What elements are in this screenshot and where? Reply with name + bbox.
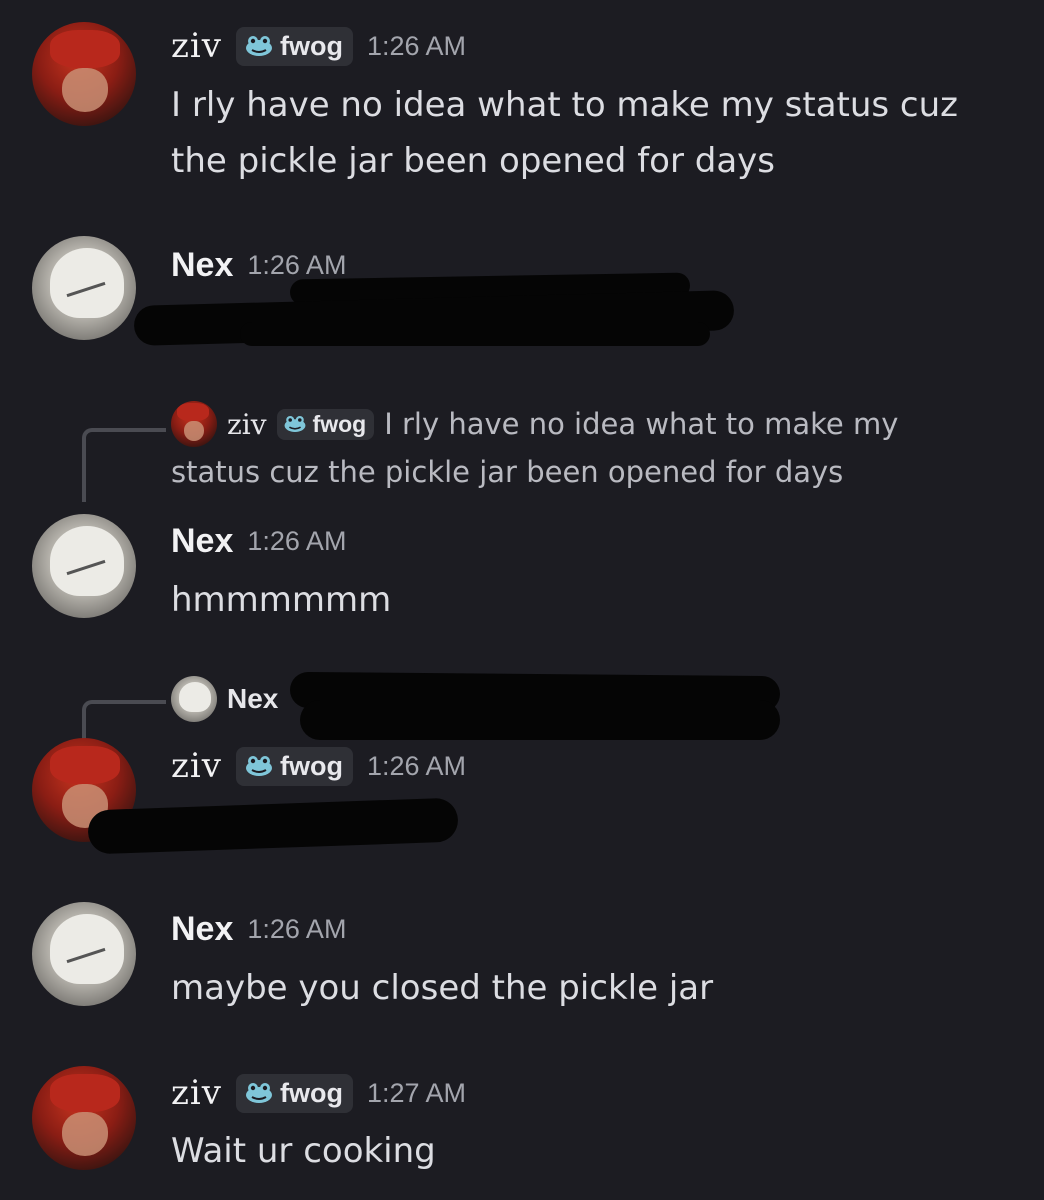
server-tag-label: fwog [280,30,343,61]
frog-icon [244,1082,274,1104]
reply-avatar [171,401,217,447]
server-tag-label: fwog [280,1077,343,1108]
timestamp: 1:27 AM [366,1077,467,1108]
server-tag-label: fwog [312,410,367,437]
author-name[interactable]: Nex [171,246,233,285]
timestamp: 1:26 AM [247,526,347,556]
message-header: ziv fwog 1:26 AM [171,26,466,66]
reply-preview[interactable]: ziv fwog I rly have no idea what to make… [171,401,1001,497]
message-text: I rly have no idea what to make my statu… [171,85,959,181]
server-tag[interactable]: fwog [236,746,353,786]
avatar[interactable] [32,902,136,1006]
message-text: hmmmmmm [171,580,392,620]
redaction [240,322,710,346]
author-name[interactable]: ziv [171,746,222,786]
reply-text: I rly have no idea what to make my [384,407,899,441]
timestamp: 1:26 AM [247,914,347,944]
message-header: Nex 1:26 AM [171,522,346,561]
server-tag: fwog [276,408,375,440]
avatar[interactable] [32,22,136,126]
redaction [300,700,780,740]
reply-author: ziv [227,407,267,441]
avatar[interactable] [32,236,136,340]
frog-icon [244,755,274,777]
timestamp: 1:26 AM [366,750,467,781]
message-header: ziv fwog 1:27 AM [171,1073,466,1113]
server-tag[interactable]: fwog [236,26,353,66]
author-name[interactable]: Nex [171,910,233,949]
reply-avatar [171,676,217,722]
frog-icon [283,415,307,433]
frog-icon [244,35,274,57]
reply-author: Nex [227,683,279,714]
timestamp: 1:26 AM [247,250,347,280]
chat-log: ziv fwog 1:26 AM I rly have no idea what… [0,0,1044,1200]
reply-text-continued: status cuz the pickle jar been opened fo… [171,455,844,489]
author-name[interactable]: ziv [171,1073,222,1113]
server-tag[interactable]: fwog [236,1073,353,1113]
avatar[interactable] [32,1066,136,1170]
author-name[interactable]: ziv [171,26,222,66]
redaction [87,797,459,855]
message-text: Wait ur cooking [171,1131,436,1171]
reply-connector [82,428,166,502]
avatar[interactable] [32,514,136,618]
timestamp: 1:26 AM [366,30,467,61]
server-tag-label: fwog [280,750,343,781]
message-header: Nex 1:26 AM [171,910,346,949]
message-text: maybe you closed the pickle jar [171,968,714,1008]
author-name[interactable]: Nex [171,522,233,561]
message-header: ziv fwog 1:26 AM [171,746,466,786]
